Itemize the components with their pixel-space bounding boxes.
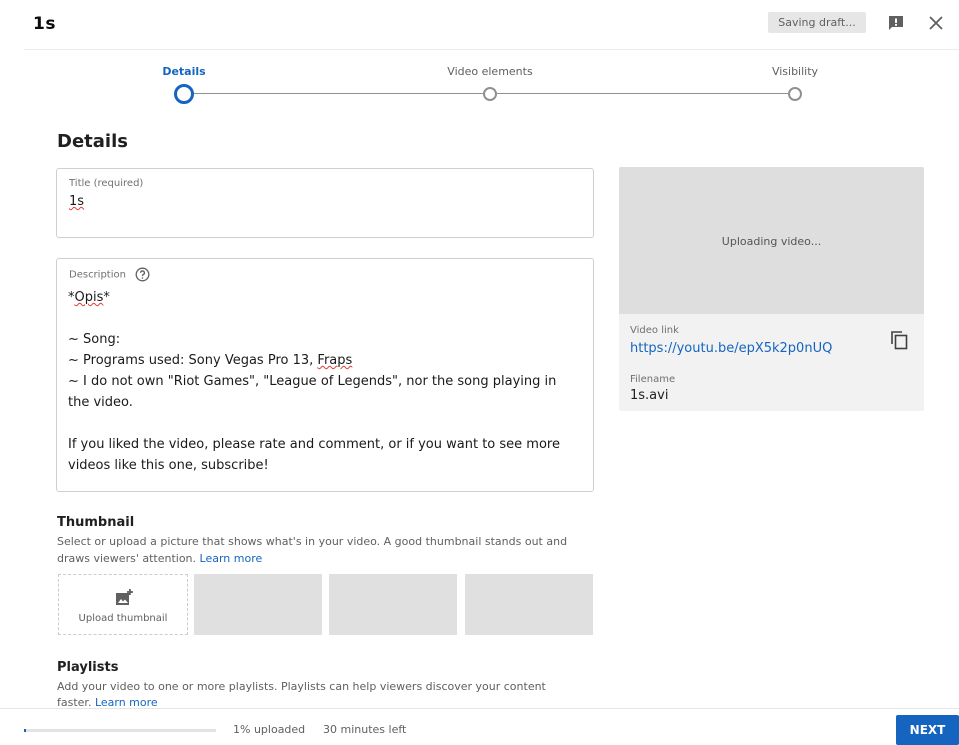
video-link-label: Video link bbox=[630, 325, 679, 336]
description-line: ~ I do not own "Riot Games", "League of … bbox=[68, 374, 557, 389]
thumbnail-help-line1: Select or upload a picture that shows wh… bbox=[57, 535, 568, 548]
thumbnail-help-line2: draws viewers' attention. Learn more bbox=[57, 550, 262, 567]
stepper-line-1 bbox=[194, 93, 484, 94]
playlists-heading: Playlists bbox=[57, 660, 119, 675]
details-heading: Details bbox=[57, 131, 128, 152]
description-line: the video. bbox=[68, 395, 133, 410]
playlists-help-line1: Add your video to one or more playlists.… bbox=[57, 680, 546, 693]
title-input[interactable]: 1s bbox=[69, 191, 84, 212]
description-field[interactable]: Description *Opis* ~ Song: ~ Programs us… bbox=[56, 258, 594, 492]
feedback-icon[interactable] bbox=[887, 14, 905, 32]
upload-progress-track bbox=[24, 729, 216, 732]
footer-bar bbox=[0, 709, 959, 745]
thumbnail-option-2[interactable] bbox=[329, 574, 457, 635]
upload-percent-text: 1% uploaded bbox=[233, 723, 306, 736]
filename-label: Filename bbox=[630, 374, 676, 385]
thumbnail-option-3[interactable] bbox=[465, 574, 593, 635]
thumbnail-option-1[interactable] bbox=[194, 574, 322, 635]
title-field[interactable]: Title (required) 1s bbox=[56, 168, 594, 238]
description-line: videos like this one, subscribe! bbox=[68, 458, 269, 473]
upload-status-text: Uploading video... bbox=[721, 235, 822, 248]
description-line: ~ Song: bbox=[68, 332, 121, 347]
description-line: *Opis* bbox=[68, 290, 110, 305]
video-link[interactable]: https://youtu.be/epX5k2p0nUQ bbox=[630, 341, 832, 356]
add-photo-icon bbox=[115, 589, 133, 611]
close-icon[interactable] bbox=[926, 13, 946, 33]
help-circle-icon[interactable] bbox=[135, 267, 150, 282]
stepper-line-2 bbox=[497, 93, 788, 94]
upload-time-left: 30 minutes left bbox=[323, 723, 407, 736]
app-title: 1s bbox=[33, 14, 56, 34]
thumbnail-heading: Thumbnail bbox=[57, 515, 135, 530]
description-field-label: Description bbox=[69, 269, 126, 281]
thumbnail-help-text: draws viewers' attention. bbox=[57, 552, 197, 565]
header-divider bbox=[24, 49, 959, 50]
upload-thumbnail-label: Upload thumbnail bbox=[78, 613, 168, 624]
description-line: ~ Programs used: Sony Vegas Pro 13, Frap… bbox=[68, 353, 353, 368]
upload-progress-fill bbox=[24, 729, 26, 732]
next-button[interactable]: NEXT bbox=[896, 715, 959, 745]
step-details-label[interactable]: Details bbox=[162, 65, 205, 78]
thumbnail-learn-more-link[interactable]: Learn more bbox=[200, 552, 263, 565]
description-line: If you liked the video, please rate and … bbox=[68, 437, 560, 452]
upload-thumbnail-button[interactable]: Upload thumbnail bbox=[58, 574, 188, 635]
step-video-elements-indicator[interactable] bbox=[483, 87, 497, 101]
step-visibility-label[interactable]: Visibility bbox=[772, 65, 818, 78]
step-visibility-indicator[interactable] bbox=[788, 87, 802, 101]
saving-status-badge: Saving draft... bbox=[768, 12, 866, 33]
copy-icon[interactable] bbox=[889, 329, 909, 351]
step-details-indicator[interactable] bbox=[174, 84, 194, 104]
step-video-elements-label[interactable]: Video elements bbox=[447, 65, 532, 78]
description-field-label-row: Description bbox=[69, 267, 150, 282]
filename-value: 1s.avi bbox=[630, 388, 669, 403]
title-field-label: Title (required) bbox=[69, 178, 144, 189]
title-input-text: 1s bbox=[69, 194, 85, 209]
